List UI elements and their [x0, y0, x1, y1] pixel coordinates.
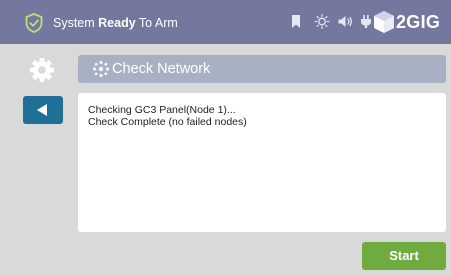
page-title: Check Network	[112, 61, 211, 77]
shield-check-icon	[25, 13, 43, 33]
status-bar: System Ready To Arm 2GIG	[0, 0, 451, 44]
page-title-bar: Check Network	[78, 55, 446, 83]
log-line: Check Complete (no failed nodes)	[88, 116, 247, 128]
bookmark-icon[interactable]	[289, 14, 303, 29]
brightness-icon[interactable]	[314, 14, 330, 29]
start-button[interactable]: Start	[362, 242, 446, 270]
system-status-text: System Ready To Arm	[53, 16, 178, 30]
back-button[interactable]	[23, 96, 63, 124]
volume-icon[interactable]	[337, 14, 353, 29]
log-panel: Checking GC3 Panel(Node 1)... Check Comp…	[78, 93, 446, 232]
gear-icon[interactable]	[29, 57, 55, 83]
log-line: Checking GC3 Panel(Node 1)...	[88, 104, 236, 116]
network-nodes-icon	[93, 61, 109, 77]
brand-logo-text: 2GIG	[396, 12, 441, 32]
back-arrow-icon	[37, 104, 47, 116]
